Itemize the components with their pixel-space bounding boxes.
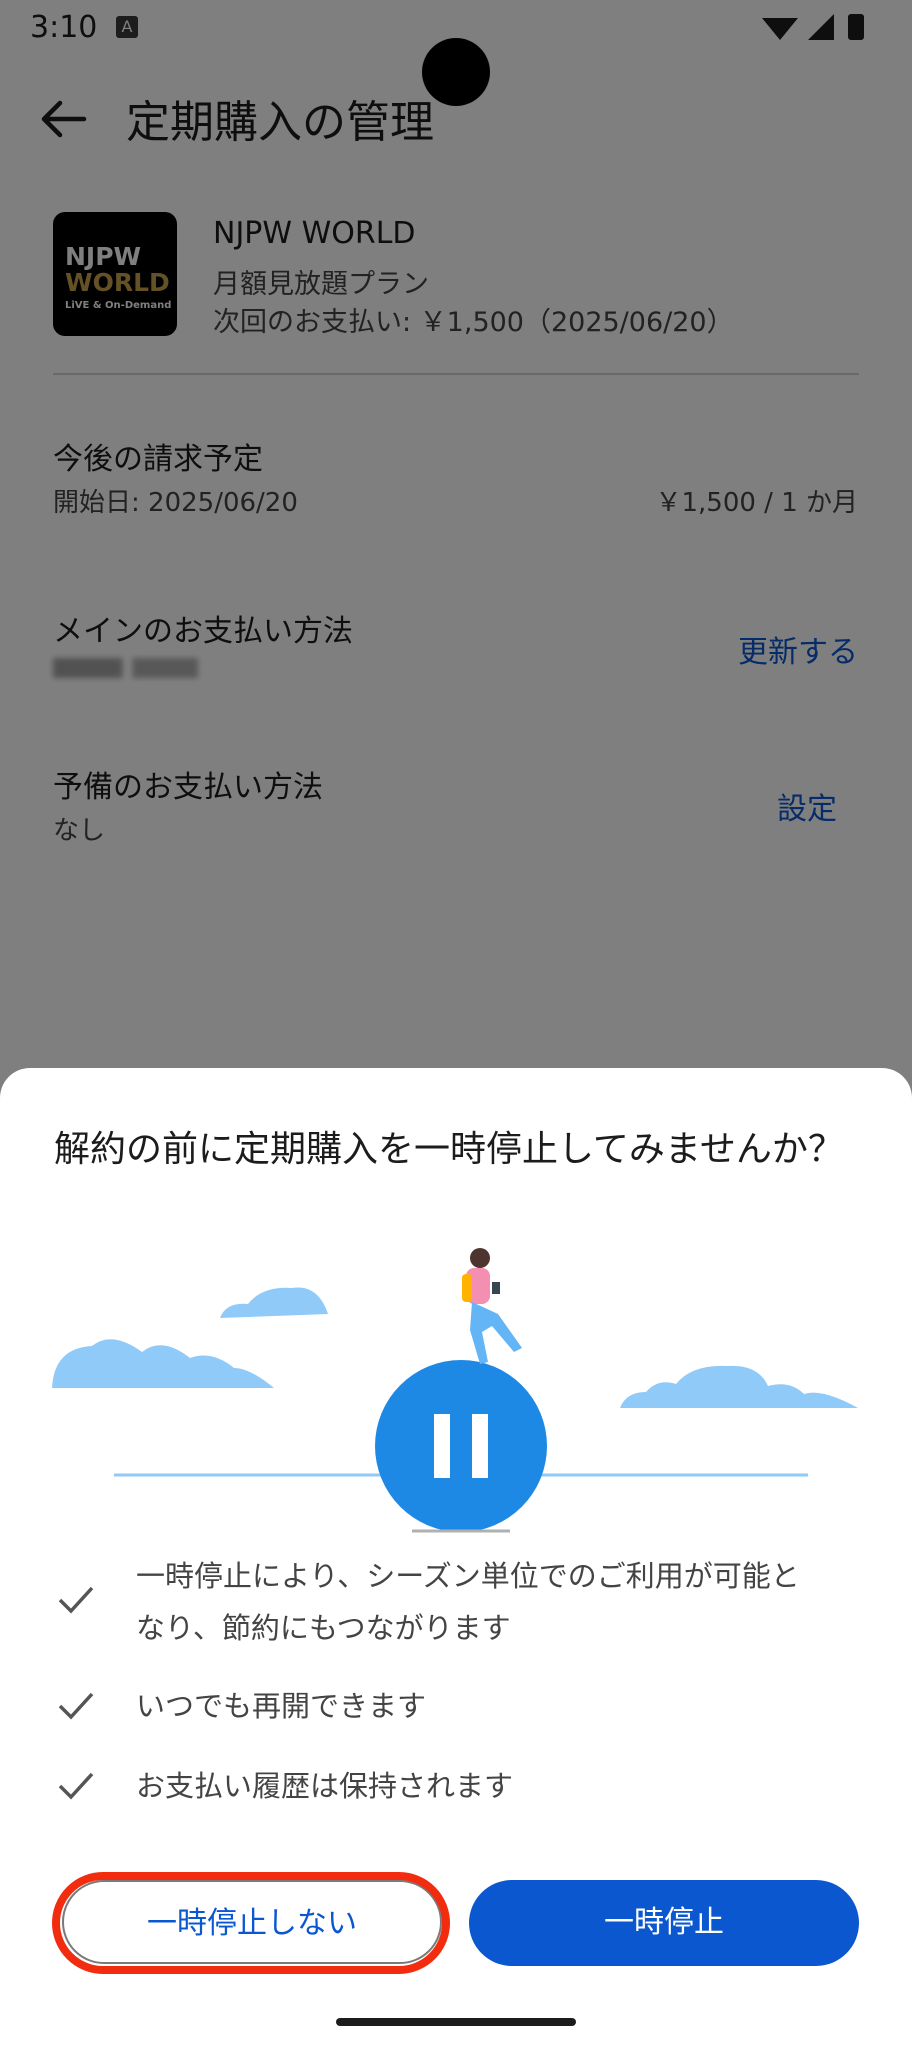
benefit-text: お支払い履歴は保持されます [136,1769,514,1803]
checkmark-icon [58,1692,94,1720]
benefit-item: 一時停止により、シーズン単位でのご利用が可能と なり、節約にもつながります [54,1550,860,1660]
checkmark-icon [58,1586,94,1614]
sheet-title: 解約の前に定期購入を一時停止してみませんか？ [54,1129,844,1170]
benefit-text: なり、節約にもつながります [136,1611,511,1645]
pause-button[interactable]: 一時停止 [469,1880,859,1966]
person-figure [462,1248,522,1364]
benefit-text: 一時停止により、シーズン単位でのご利用が可能と [136,1559,800,1593]
cloud-left [52,1287,328,1388]
dont-pause-button[interactable]: 一時停止しない [62,1880,442,1964]
checkmark-icon [58,1772,94,1800]
home-indicator[interactable] [336,2018,576,2026]
pause-circle [375,1360,547,1532]
pause-bar-left [434,1414,450,1478]
cloud-right [620,1365,858,1408]
benefit-item: いつでも再開できます [54,1680,860,1732]
pause-bar-right [472,1414,488,1478]
subscription-management-screen: 3:10 A 定期購入の管理 NJPW WORLD LiVE & On-Dema… [0,0,912,2048]
benefit-item: お支払い履歴は保持されます [54,1760,860,1812]
benefit-text: いつでも再開できます [136,1689,427,1723]
pause-illustration [52,1248,858,1533]
